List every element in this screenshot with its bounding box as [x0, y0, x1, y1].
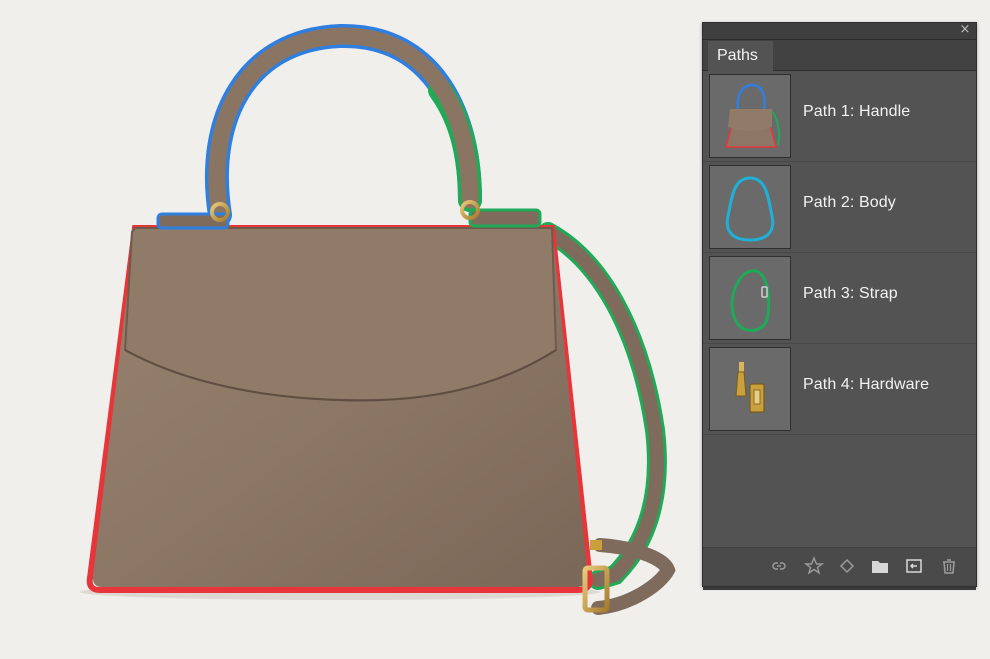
path-row-body[interactable]: Path 2: Body: [703, 162, 976, 253]
path-row-strap[interactable]: Path 3: Strap: [703, 253, 976, 344]
path-thumbnail-strap: [709, 256, 791, 340]
path-row-hardware[interactable]: Path 4: Hardware: [703, 344, 976, 435]
stroke-path-icon[interactable]: [837, 556, 857, 576]
close-icon[interactable]: ×: [958, 22, 972, 38]
path-label-hardware: Path 4: Hardware: [803, 376, 930, 393]
path-label-body: Path 2: Body: [803, 194, 896, 211]
path-thumbnail-hardware: [709, 347, 791, 431]
panel-footer: [703, 547, 976, 586]
path-row-handle[interactable]: Path 1: Handle: [703, 71, 976, 162]
path-label-strap: Path 3: Strap: [803, 285, 898, 302]
tab-paths[interactable]: Paths: [708, 41, 773, 71]
paths-panel: × Paths Path 1: Handle Path 2: Body Path…: [702, 22, 977, 590]
path-thumbnail-body: [709, 165, 791, 249]
panel-resize-handle[interactable]: [703, 587, 976, 590]
tab-strip: Paths: [703, 40, 976, 71]
handbag-image: [80, 23, 676, 615]
new-group-folder-icon[interactable]: [870, 556, 890, 576]
work-path-icon[interactable]: [803, 556, 825, 576]
path-thumbnail-handle: [709, 74, 791, 158]
load-as-selection-icon[interactable]: [769, 556, 789, 576]
panel-title-bar[interactable]: ×: [703, 22, 976, 40]
paths-list: Path 1: Handle Path 2: Body Path 3: Stra…: [703, 71, 976, 435]
trash-icon[interactable]: [939, 556, 959, 576]
path-label-handle: Path 1: Handle: [803, 103, 911, 120]
add-mask-icon[interactable]: [904, 556, 924, 576]
